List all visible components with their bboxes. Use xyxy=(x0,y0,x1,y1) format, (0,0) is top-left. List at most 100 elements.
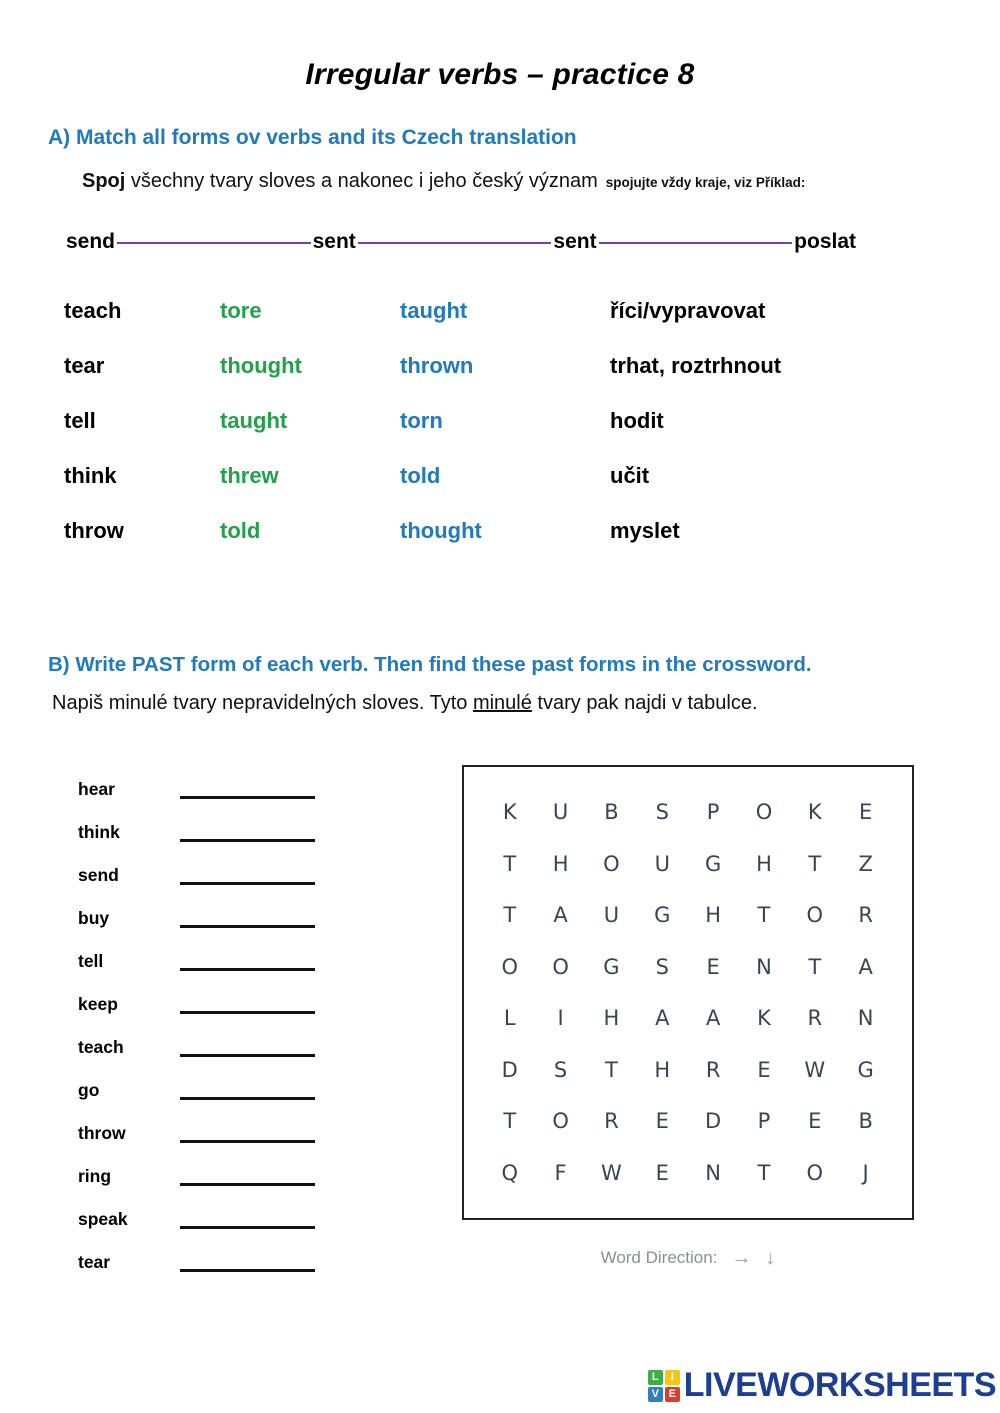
match-czech-word[interactable]: říci/vypravovat xyxy=(610,298,940,324)
wordsearch-cell[interactable]: I xyxy=(541,1006,581,1030)
wordsearch-cell[interactable]: E xyxy=(846,800,886,824)
wordsearch-cell[interactable]: K xyxy=(795,800,835,824)
wordsearch-cell[interactable]: E xyxy=(643,1109,683,1133)
wordsearch-cell[interactable]: W xyxy=(592,1161,632,1185)
wordsearch-cell[interactable]: S xyxy=(541,1058,581,1082)
wordsearch-cell[interactable]: J xyxy=(846,1161,886,1185)
wordsearch-cell[interactable]: R xyxy=(693,1058,733,1082)
verb-answer-blank[interactable] xyxy=(180,1038,315,1057)
match-participle-word[interactable]: taught xyxy=(400,298,610,324)
wordsearch-cell[interactable]: S xyxy=(643,955,683,979)
wordsearch-cell[interactable]: B xyxy=(592,800,632,824)
wordsearch-cell[interactable]: T xyxy=(795,955,835,979)
wordsearch-cell[interactable]: N xyxy=(846,1006,886,1030)
match-past-word[interactable]: told xyxy=(220,518,400,544)
wordsearch-cell[interactable]: O xyxy=(592,852,632,876)
section-b-sub-underlined: minulé xyxy=(472,692,532,714)
match-base-word[interactable]: think xyxy=(0,463,220,489)
wordsearch-cell[interactable]: O xyxy=(541,1109,581,1133)
wordsearch-cell[interactable]: R xyxy=(846,903,886,927)
verb-answer-blank[interactable] xyxy=(180,909,315,928)
wordsearch-cell[interactable]: H xyxy=(744,852,784,876)
wordsearch-cell[interactable]: T xyxy=(744,903,784,927)
wordsearch-cell[interactable]: A xyxy=(643,1006,683,1030)
wordsearch-cell[interactable]: N xyxy=(744,955,784,979)
match-participle-word[interactable]: thought xyxy=(400,518,610,544)
match-czech-word[interactable]: hodit xyxy=(610,408,940,434)
wordsearch-cell[interactable]: O xyxy=(490,955,530,979)
wordsearch-cell[interactable]: Z xyxy=(846,852,886,876)
verb-answer-blank[interactable] xyxy=(180,1210,315,1229)
wordsearch-cell[interactable]: U xyxy=(592,903,632,927)
wordsearch-cell[interactable]: H xyxy=(643,1058,683,1082)
match-base-word[interactable]: throw xyxy=(0,518,220,544)
wordsearch-cell[interactable]: U xyxy=(541,800,581,824)
match-czech-word[interactable]: učit xyxy=(610,463,940,489)
wordsearch-cell[interactable]: T xyxy=(795,852,835,876)
match-base-word[interactable]: teach xyxy=(0,298,220,324)
wordsearch-cell[interactable]: T xyxy=(490,1109,530,1133)
verb-answer-blank[interactable] xyxy=(180,1124,315,1143)
wordsearch-cell[interactable]: O xyxy=(795,903,835,927)
wordsearch-cell[interactable]: U xyxy=(643,852,683,876)
wordsearch-cell[interactable]: R xyxy=(592,1109,632,1133)
wordsearch-cell[interactable]: N xyxy=(693,1161,733,1185)
wordsearch-cell[interactable]: R xyxy=(795,1006,835,1030)
wordsearch-cell[interactable]: G xyxy=(693,852,733,876)
wordsearch-cell[interactable]: G xyxy=(846,1058,886,1082)
wordsearch-cell[interactable]: F xyxy=(541,1161,581,1185)
wordsearch-cell[interactable]: K xyxy=(744,1006,784,1030)
verb-answer-blank[interactable] xyxy=(180,780,315,799)
wordsearch-cell[interactable]: O xyxy=(541,955,581,979)
verb-answer-blank[interactable] xyxy=(180,1081,315,1100)
wordsearch-cell[interactable]: T xyxy=(490,903,530,927)
verb-answer-blank[interactable] xyxy=(180,1253,315,1272)
match-czech-word[interactable]: trhat, roztrhnout xyxy=(610,353,940,379)
match-past-word[interactable]: thought xyxy=(220,353,400,379)
verb-answer-blank[interactable] xyxy=(180,1167,315,1186)
wordsearch-cell[interactable]: O xyxy=(795,1161,835,1185)
wordsearch-cell[interactable]: H xyxy=(592,1006,632,1030)
wordsearch-cell[interactable]: Q xyxy=(490,1161,530,1185)
verb-answer-blank[interactable] xyxy=(180,823,315,842)
verb-answer-blank[interactable] xyxy=(180,952,315,971)
wordsearch-cell[interactable]: A xyxy=(541,903,581,927)
wordsearch-cell[interactable]: E xyxy=(643,1161,683,1185)
match-czech-word[interactable]: myslet xyxy=(610,518,940,544)
section-a-subheading: Spoj všechny tvary sloves a nakonec i je… xyxy=(82,170,805,193)
wordsearch-cell[interactable]: P xyxy=(693,800,733,824)
wordsearch-cell[interactable]: P xyxy=(744,1109,784,1133)
verb-answer-blank[interactable] xyxy=(180,995,315,1014)
wordsearch-cell[interactable]: B xyxy=(846,1109,886,1133)
match-past-word[interactable]: tore xyxy=(220,298,400,324)
wordsearch-cell[interactable]: K xyxy=(490,800,530,824)
verb-answer-blank[interactable] xyxy=(180,866,315,885)
wordsearch-cell[interactable]: D xyxy=(693,1109,733,1133)
match-past-word[interactable]: threw xyxy=(220,463,400,489)
wordsearch-cell[interactable]: E xyxy=(693,955,733,979)
match-base-word[interactable]: tear xyxy=(0,353,220,379)
match-participle-word[interactable]: thrown xyxy=(400,353,610,379)
wordsearch-grid-box[interactable]: K U B S P O K E T H O U G H T Z T A U G … xyxy=(462,765,914,1220)
wordsearch-cell[interactable]: H xyxy=(541,852,581,876)
match-participle-word[interactable]: torn xyxy=(400,408,610,434)
wordsearch-cell[interactable]: G xyxy=(643,903,683,927)
match-base-word[interactable]: tell xyxy=(0,408,220,434)
wordsearch-cell[interactable]: T xyxy=(592,1058,632,1082)
wordsearch-cell[interactable]: W xyxy=(795,1058,835,1082)
wordsearch-cell[interactable]: A xyxy=(846,955,886,979)
wordsearch-cell[interactable]: O xyxy=(744,800,784,824)
match-participle-word[interactable]: told xyxy=(400,463,610,489)
match-past-word[interactable]: taught xyxy=(220,408,400,434)
wordsearch-cell[interactable]: E xyxy=(744,1058,784,1082)
wordsearch-cell[interactable]: T xyxy=(744,1161,784,1185)
wordsearch-cell[interactable]: L xyxy=(490,1006,530,1030)
wordsearch-cell[interactable]: E xyxy=(795,1109,835,1133)
list-item: send xyxy=(78,854,378,897)
wordsearch-cell[interactable]: G xyxy=(592,955,632,979)
wordsearch-cell[interactable]: S xyxy=(643,800,683,824)
wordsearch-cell[interactable]: T xyxy=(490,852,530,876)
wordsearch-cell[interactable]: D xyxy=(490,1058,530,1082)
wordsearch-cell[interactable]: H xyxy=(693,903,733,927)
wordsearch-cell[interactable]: A xyxy=(693,1006,733,1030)
